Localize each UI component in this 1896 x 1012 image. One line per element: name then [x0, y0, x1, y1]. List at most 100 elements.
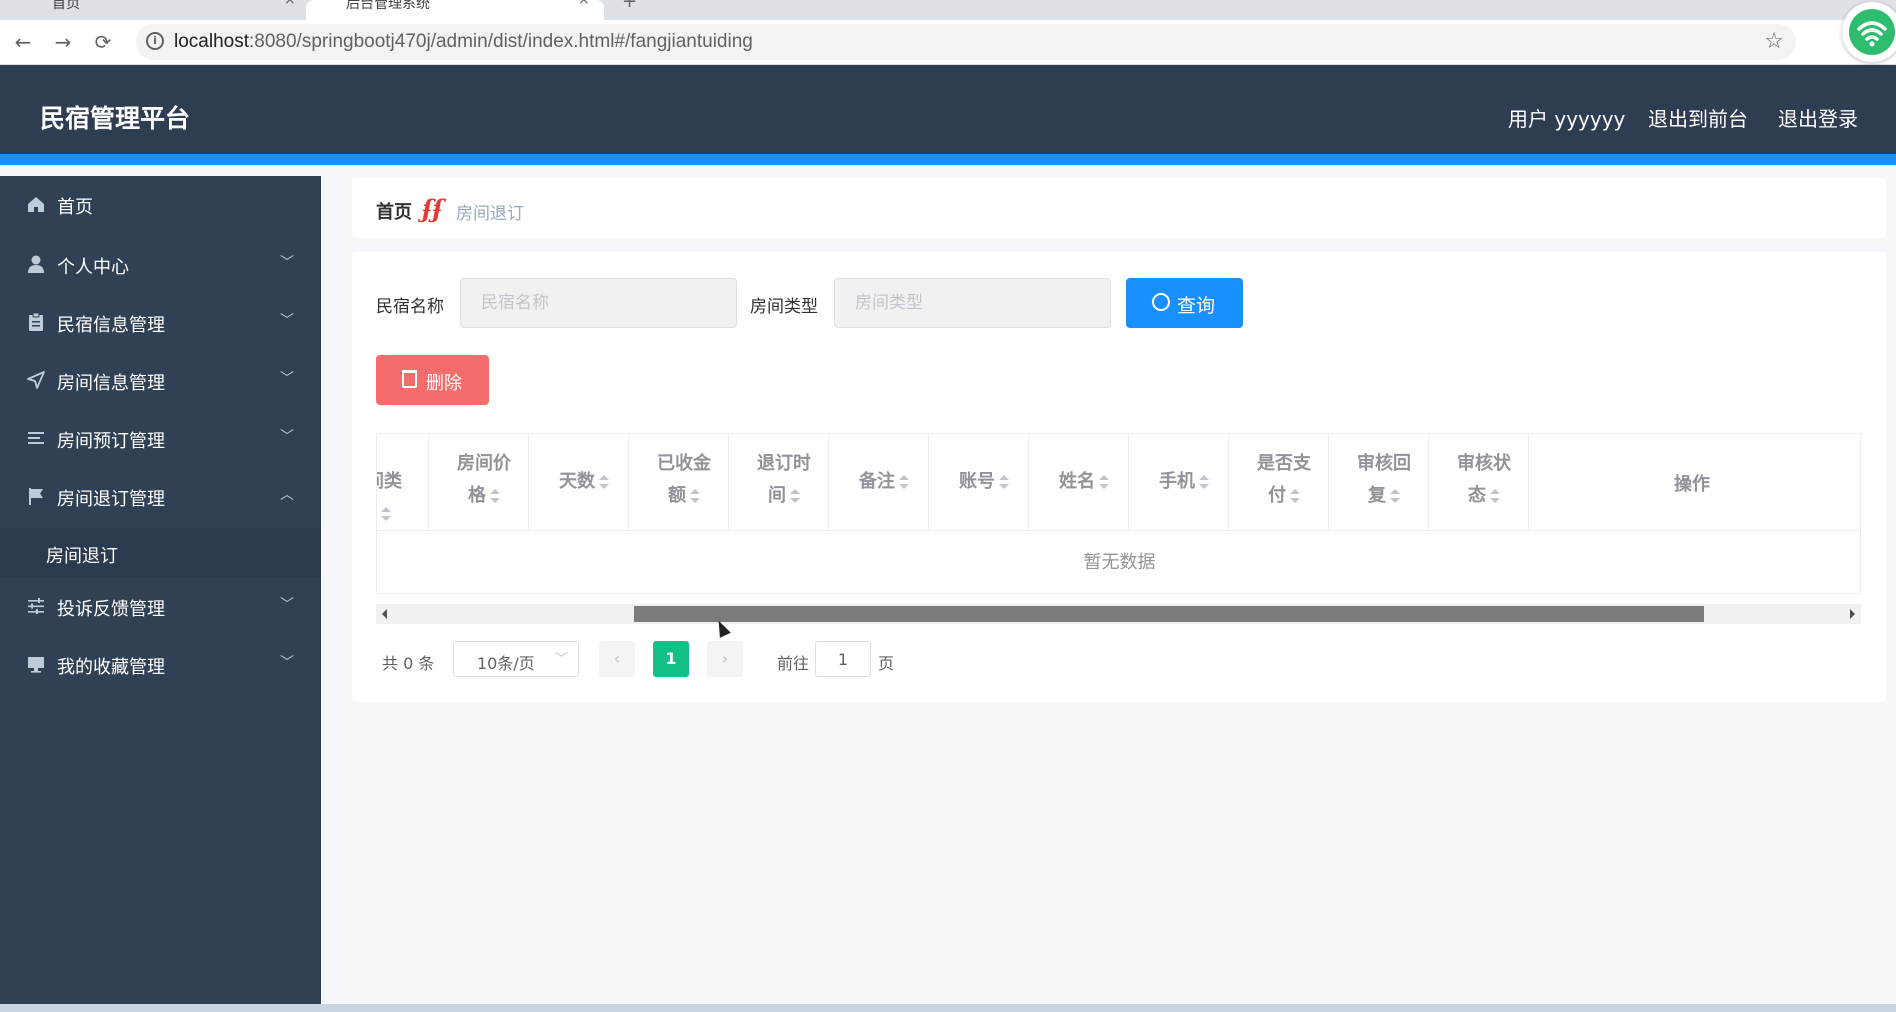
tab-title: 后台管理系统 [346, 0, 430, 12]
tab-close-icon[interactable]: × [578, 0, 590, 8]
page-jump-input[interactable] [815, 641, 871, 677]
page-size-select[interactable]: 10条/页 ﹀ [453, 641, 579, 677]
sort-caret-icon[interactable] [1099, 475, 1109, 489]
column-header-operations: 操作 [1529, 434, 1860, 531]
homestay-name-input[interactable] [460, 278, 737, 328]
column-header[interactable]: 审核回复 [1329, 434, 1429, 531]
site-info-icon[interactable]: i [146, 32, 164, 50]
header-accent-bar [0, 154, 1896, 165]
column-header[interactable]: 手机 [1129, 434, 1229, 531]
column-header-label: 备注 [849, 466, 919, 498]
sidebar-item-home[interactable]: 首页 [0, 176, 321, 236]
sort-caret-icon[interactable] [899, 475, 909, 489]
url-text[interactable]: localhost:8080/springbootj470j/admin/dis… [174, 31, 753, 53]
bookmark-star-icon[interactable]: ☆ [1764, 29, 1784, 54]
forward-icon[interactable]: → [50, 29, 76, 55]
column-header[interactable]: 备注 [829, 434, 929, 531]
sort-caret-icon[interactable] [690, 489, 700, 503]
exit-to-front-link[interactable]: 退出到前台 [1648, 103, 1748, 132]
sidebar-item-personal-center[interactable]: 个人中心 ﹀ [0, 236, 321, 296]
browser-tab-home[interactable]: 首页 × [0, 0, 305, 20]
column-header[interactable]: 已收金额 [629, 434, 729, 531]
sort-caret-icon[interactable] [1290, 489, 1300, 503]
tab-close-icon[interactable]: × [284, 0, 296, 8]
sort-caret-icon[interactable] [599, 475, 609, 489]
browser-tabstrip: 首页 × 后台管理系统 × + [0, 0, 1896, 20]
chevron-down-icon: ﹀ [280, 655, 294, 671]
chevron-down-icon: ﹀ [280, 597, 294, 613]
sidebar-item-room-info[interactable]: 房间信息管理 ﹀ [0, 352, 321, 412]
sort-caret-icon[interactable] [1490, 489, 1500, 503]
sidebar-item-room-cancel[interactable]: 房间退订管理 ︿ [0, 468, 321, 528]
breadcrumb-home[interactable]: 首页 [376, 198, 412, 224]
sidebar-item-favorites[interactable]: 我的收藏管理 ﹀ [0, 636, 321, 696]
prev-page-button[interactable]: ‹ [599, 641, 635, 677]
column-header-line: 间类 [377, 471, 402, 492]
back-icon[interactable]: ← [10, 29, 36, 55]
sort-caret-icon[interactable] [999, 475, 1009, 489]
column-header-label: 操作 [1674, 474, 1710, 495]
breadcrumb-separator-icon: ʄʄ [422, 194, 443, 223]
sort-caret-icon[interactable] [790, 489, 800, 503]
horizontal-scrollbar[interactable] [376, 604, 1861, 624]
scrollbar-thumb[interactable] [634, 606, 1704, 622]
room-type-input[interactable] [834, 278, 1111, 328]
page-number-current[interactable]: 1 [653, 641, 689, 677]
column-header-line: 态 [1468, 485, 1486, 506]
delete-button-label: 删除 [426, 373, 462, 393]
send-icon [27, 371, 45, 389]
sort-caret-icon[interactable] [1390, 489, 1400, 503]
next-page-button[interactable]: › [707, 641, 743, 677]
logout-link[interactable]: 退出登录 [1778, 103, 1858, 132]
homestay-name-label: 民宿名称 [376, 297, 444, 317]
column-header-line: 手机 [1159, 471, 1195, 492]
column-header-label: 天数 [549, 466, 619, 498]
chevron-down-icon: ﹀ [280, 313, 294, 329]
sidebar-subitem-room-cancel[interactable]: 房间退订 [0, 528, 321, 578]
url-omnibox[interactable]: i localhost:8080/springbootj470j/admin/d… [136, 24, 1796, 60]
column-header-line: 付 [1268, 485, 1286, 506]
new-tab-icon[interactable]: + [622, 0, 637, 12]
chevron-down-icon: ﹀ [554, 652, 568, 667]
wifi-widget[interactable] [1842, 2, 1896, 62]
chevron-down-icon: ﹀ [280, 371, 294, 387]
sidebar-item-complaints[interactable]: 投诉反馈管理 ﹀ [0, 578, 321, 638]
page-size-value: 10条/页 [477, 654, 535, 673]
room-type-label: 房间类型 [750, 297, 818, 317]
sort-caret-icon[interactable] [490, 489, 500, 503]
pagination-total: 共 0 条 [382, 654, 435, 673]
column-header-line: 审核回 [1357, 453, 1411, 474]
column-header-label: 退订时间 [749, 448, 819, 512]
column-header[interactable]: 退订时间 [729, 434, 829, 531]
column-header-label: 姓名 [1049, 466, 1119, 498]
column-header[interactable]: 天数 [529, 434, 629, 531]
column-header-label: 审核回复 [1349, 448, 1419, 512]
trash-icon [402, 370, 417, 388]
sidebar-item-homestay-info[interactable]: 民宿信息管理 ﹀ [0, 294, 321, 354]
column-header-label: 间类 [377, 466, 419, 530]
column-header[interactable]: 审核状态 [1429, 434, 1529, 531]
column-header[interactable]: 间类 [377, 434, 429, 531]
reload-icon[interactable]: ⟳ [90, 29, 116, 55]
column-header-line: 是否支 [1257, 453, 1311, 474]
bottom-strip [0, 1004, 1896, 1012]
sidebar: 首页 个人中心 ﹀ 民宿信息管理 ﹀ 房间信息管理 ﹀ 房间预订管理 ﹀ 房间退… [0, 176, 321, 1005]
column-header[interactable]: 姓名 [1029, 434, 1129, 531]
scroll-left-icon[interactable] [382, 609, 387, 619]
column-header-line: 账号 [959, 471, 995, 492]
sort-caret-icon[interactable] [1199, 475, 1209, 489]
scroll-right-icon[interactable] [1850, 609, 1855, 619]
column-header[interactable]: 账号 [929, 434, 1029, 531]
delete-button[interactable]: 删除 [376, 355, 489, 405]
search-button[interactable]: 查询 [1126, 278, 1243, 328]
column-header-line: 备注 [859, 471, 895, 492]
column-header[interactable]: 房间价格 [429, 434, 529, 531]
sort-caret-icon[interactable] [381, 507, 391, 521]
column-header-line: 已收金 [657, 453, 711, 474]
sidebar-item-room-booking[interactable]: 房间预订管理 ﹀ [0, 410, 321, 470]
column-header[interactable]: 是否支付 [1229, 434, 1329, 531]
user-name: 用户 yyyyyy [1508, 107, 1626, 131]
browser-tab-admin[interactable]: 后台管理系统 × [306, 0, 604, 20]
column-header-label: 是否支付 [1249, 448, 1319, 512]
sidebar-item-label: 民宿信息管理 [57, 315, 165, 336]
